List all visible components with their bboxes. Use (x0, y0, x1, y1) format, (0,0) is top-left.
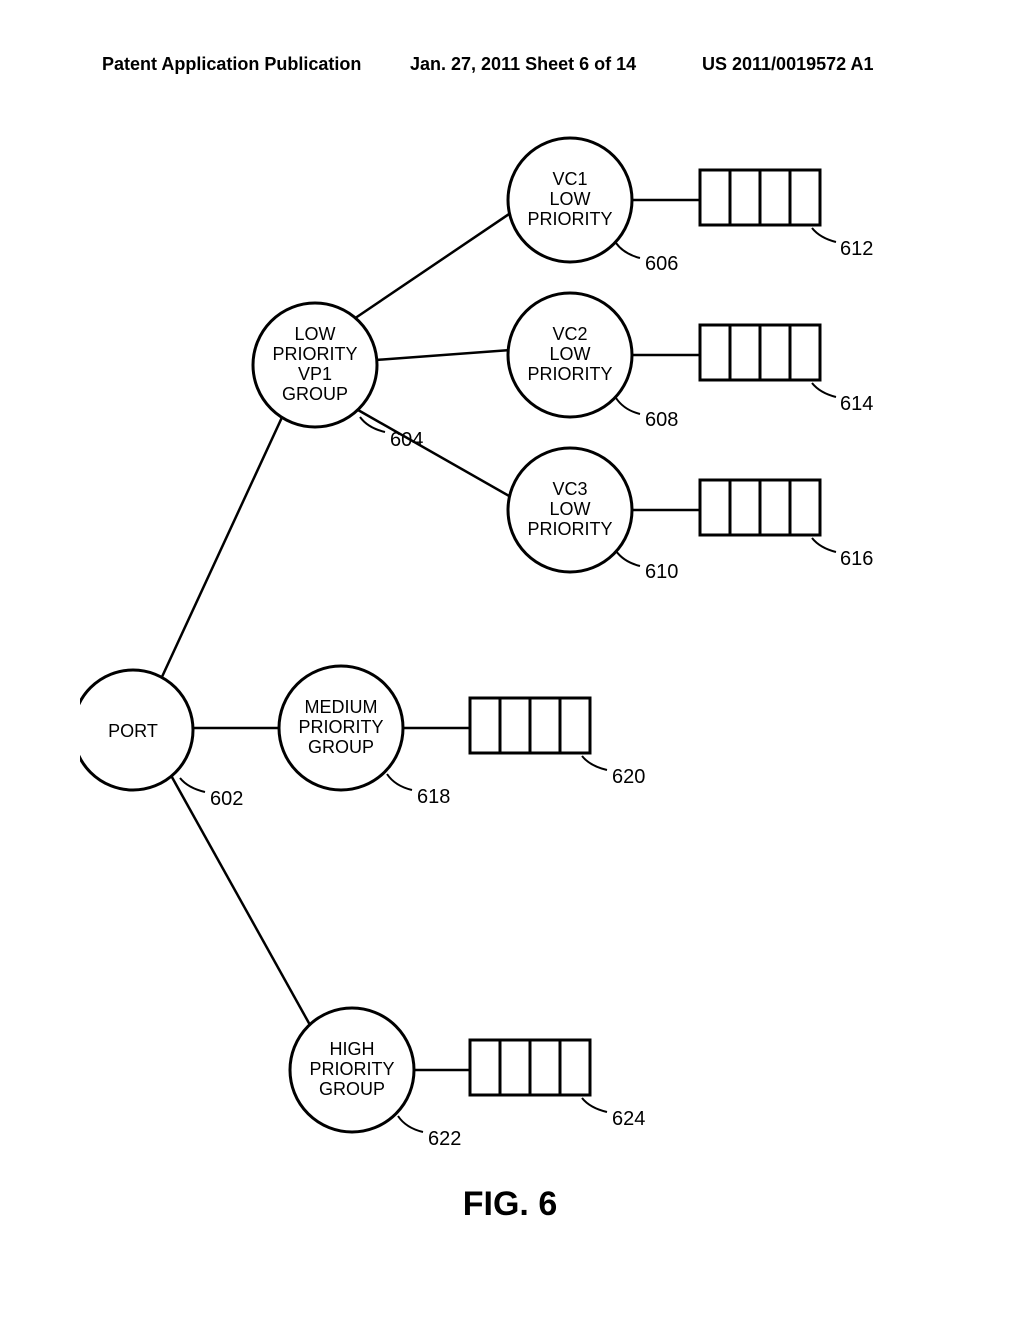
label-vc1-0: VC1 (552, 169, 587, 189)
label-high-1: PRIORITY (309, 1059, 394, 1079)
label-medium-0: MEDIUM (305, 697, 378, 717)
label-vc3-0: VC3 (552, 479, 587, 499)
queue-616 (700, 480, 820, 535)
label-port: PORT (108, 721, 158, 741)
diagram-svg: PORT LOW PRIORITY VP1 GROUP VC1 LOW PRIO… (80, 130, 940, 1230)
label-vc2-0: VC2 (552, 324, 587, 344)
ref-614: 614 (840, 393, 873, 415)
queue-620 (470, 698, 590, 753)
label-vc2-2: PRIORITY (527, 364, 612, 384)
ref-612: 612 (840, 238, 873, 260)
header-sheet: Jan. 27, 2011 Sheet 6 of 14 (410, 54, 636, 75)
ref-620: 620 (612, 766, 645, 788)
label-low-group-3: GROUP (282, 384, 348, 404)
label-low-group-0: LOW (294, 324, 335, 344)
ref-602: 602 (210, 788, 243, 810)
node-circles (80, 138, 632, 1132)
figure-label: FIG. 6 (463, 1185, 557, 1223)
ref-616: 616 (840, 548, 873, 570)
label-vc3-2: PRIORITY (527, 519, 612, 539)
queue-612 (700, 170, 820, 225)
ref-606: 606 (645, 253, 678, 275)
label-low-group-2: VP1 (298, 364, 332, 384)
ref-624: 624 (612, 1108, 645, 1130)
header-publication: Patent Application Publication (102, 54, 361, 75)
label-medium-2: GROUP (308, 737, 374, 757)
label-high-2: GROUP (319, 1079, 385, 1099)
ref-622: 622 (428, 1128, 461, 1150)
label-vc2-1: LOW (549, 344, 590, 364)
label-low-group-1: PRIORITY (272, 344, 357, 364)
label-high-0: HIGH (330, 1039, 375, 1059)
page-container: Patent Application Publication Jan. 27, … (0, 0, 1024, 1320)
queue-624 (470, 1040, 590, 1095)
label-vc1-1: LOW (549, 189, 590, 209)
label-vc1-2: PRIORITY (527, 209, 612, 229)
label-vc3-1: LOW (549, 499, 590, 519)
ref-608: 608 (645, 409, 678, 431)
ref-610: 610 (645, 561, 678, 583)
header-pubnum: US 2011/0019572 A1 (702, 54, 873, 75)
ref-618: 618 (417, 786, 450, 808)
ref-604: 604 (390, 429, 423, 451)
queue-614 (700, 325, 820, 380)
label-medium-1: PRIORITY (298, 717, 383, 737)
queue-rects (470, 170, 820, 1095)
